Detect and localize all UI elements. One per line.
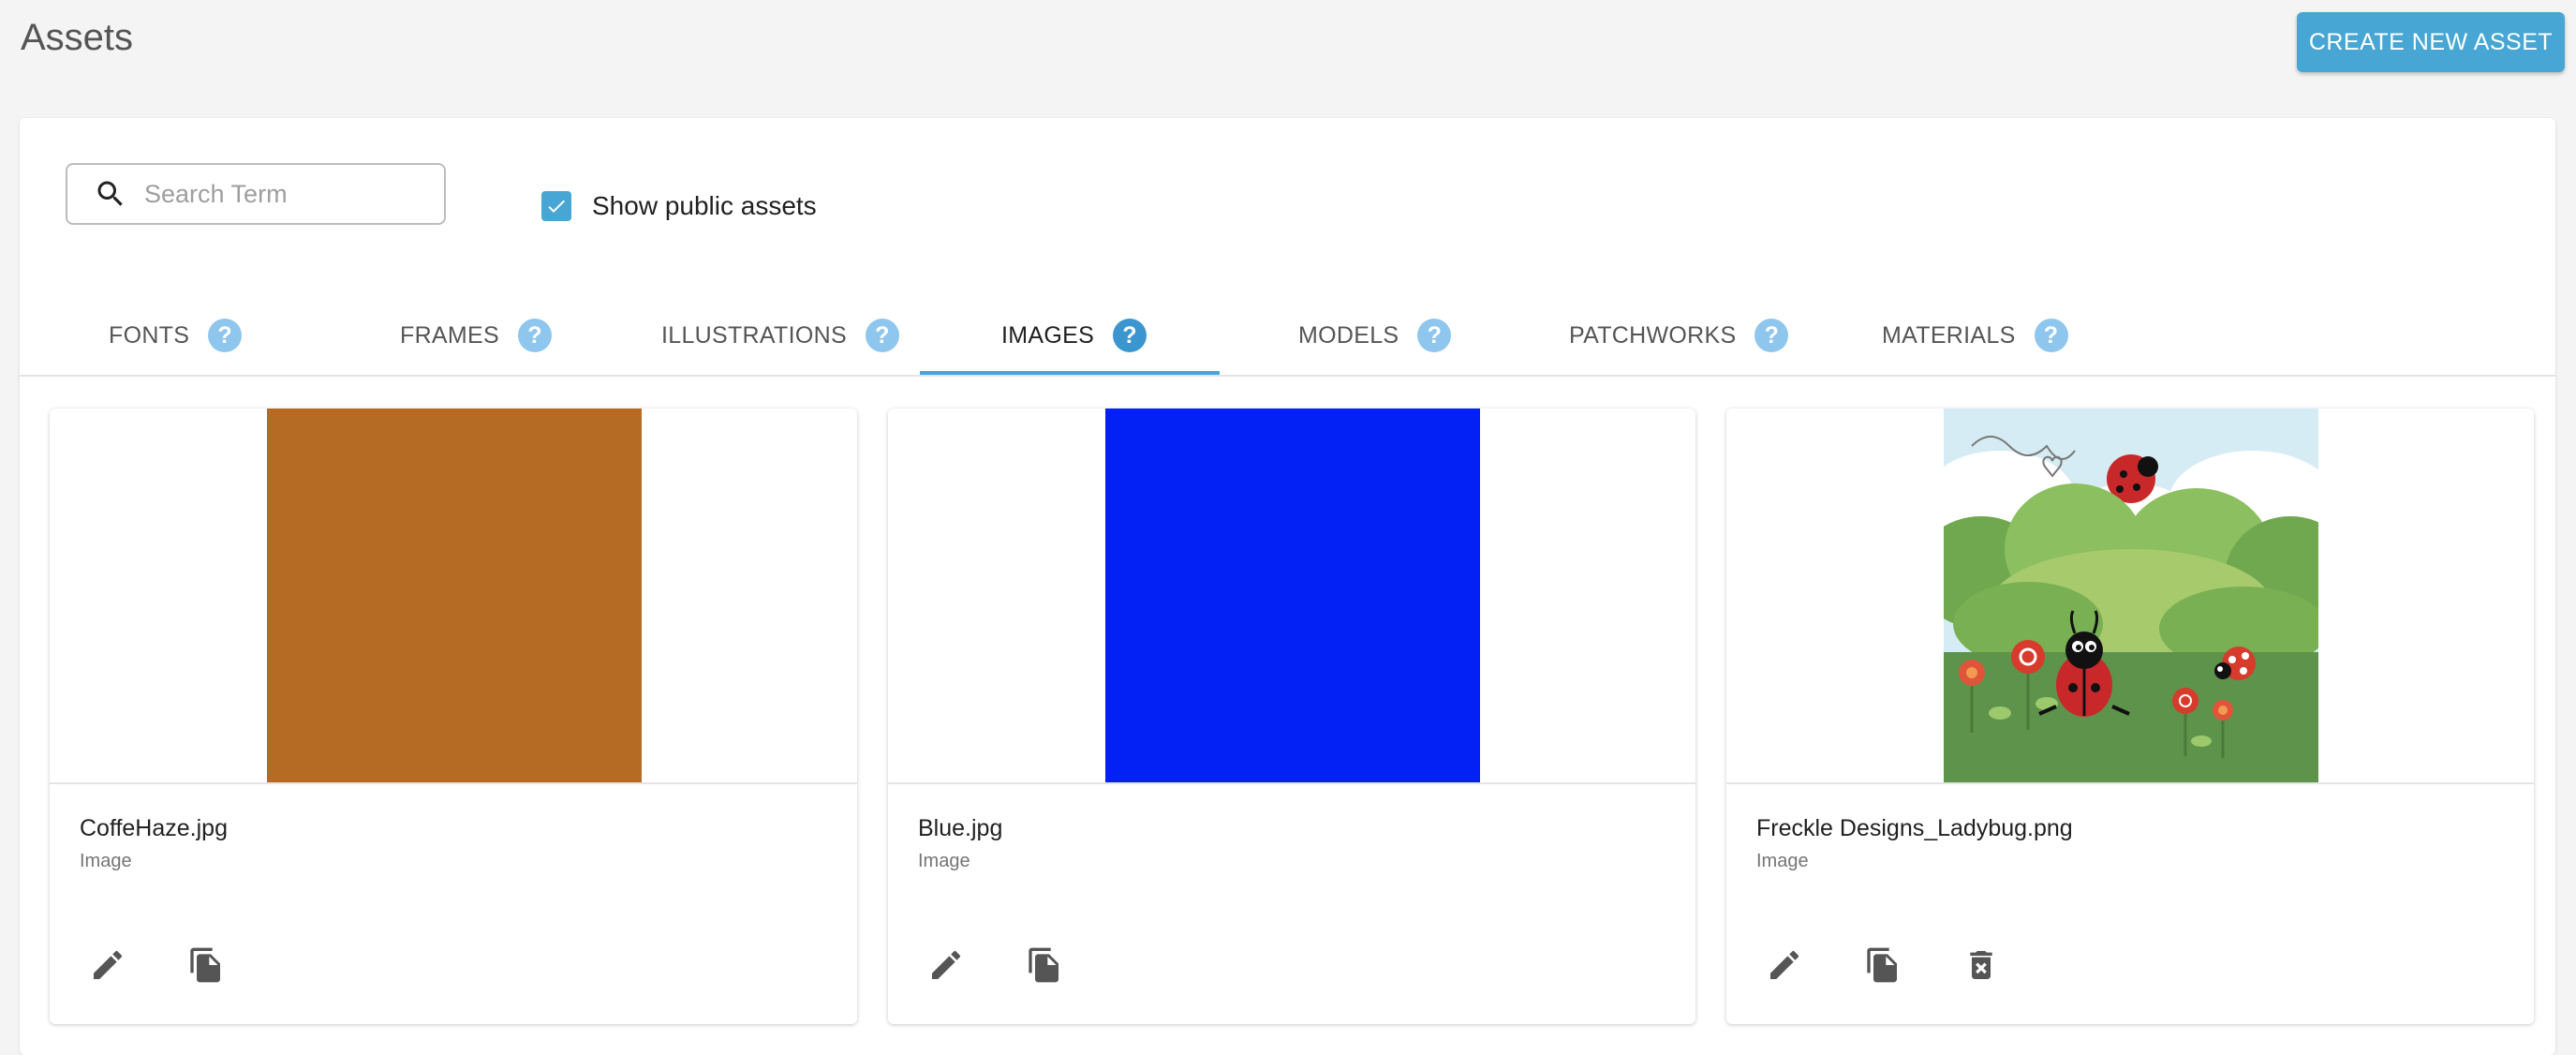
delete-icon bbox=[1970, 951, 1992, 979]
checkmark-icon bbox=[548, 200, 565, 213]
edit-button[interactable] bbox=[1762, 943, 1807, 988]
asset-thumbnail-area[interactable] bbox=[888, 409, 1695, 784]
edit-icon bbox=[1770, 950, 1799, 979]
help-icon[interactable]: ? bbox=[865, 319, 899, 352]
tab-label: FRAMES bbox=[400, 321, 499, 349]
search-icon bbox=[97, 181, 123, 206]
show-public-assets-checkbox[interactable] bbox=[541, 191, 571, 221]
copy-button[interactable] bbox=[184, 943, 229, 988]
asset-thumbnail bbox=[267, 409, 642, 782]
help-icon[interactable]: ? bbox=[1754, 319, 1789, 352]
asset-type: Image bbox=[80, 851, 132, 871]
help-icon[interactable]: ? bbox=[1417, 319, 1452, 352]
asset-name: Blue.jpg bbox=[918, 815, 1003, 841]
tab-frames[interactable]: FRAMES ? bbox=[400, 294, 552, 377]
tab-label: ILLUSTRATIONS bbox=[661, 321, 847, 349]
tab-label: IMAGES bbox=[1001, 321, 1095, 349]
tab-illustrations[interactable]: ILLUSTRATIONS ? bbox=[661, 294, 899, 377]
tab-label: FONTS bbox=[109, 321, 190, 349]
asset-name: CoffeHaze.jpg bbox=[80, 815, 228, 841]
edit-button[interactable] bbox=[85, 943, 130, 988]
asset-card[interactable]: Blue.jpg Image bbox=[888, 409, 1695, 1024]
asset-thumbnail-area[interactable] bbox=[50, 409, 857, 784]
create-new-asset-button[interactable]: CREATE NEW ASSET bbox=[2297, 12, 2565, 72]
tab-patchworks[interactable]: PATCHWORKS ? bbox=[1569, 294, 1789, 377]
tab-label: MODELS bbox=[1298, 321, 1399, 349]
asset-thumbnail bbox=[1105, 409, 1480, 782]
asset-type: Image bbox=[918, 851, 970, 871]
page-title: Assets bbox=[21, 17, 134, 58]
card-actions bbox=[1762, 943, 2057, 988]
tab-models[interactable]: MODELS ? bbox=[1298, 294, 1452, 377]
show-public-assets-toggle[interactable]: Show public assets bbox=[541, 191, 817, 221]
help-icon[interactable]: ? bbox=[1113, 319, 1147, 352]
copy-button[interactable] bbox=[1022, 943, 1067, 988]
ladybug-garden-illustration bbox=[1944, 409, 2318, 782]
copy-icon bbox=[1867, 947, 1897, 983]
asset-card[interactable]: CoffeHaze.jpg Image bbox=[50, 409, 857, 1024]
help-icon[interactable]: ? bbox=[517, 319, 552, 352]
card-actions bbox=[85, 943, 282, 988]
copy-icon bbox=[1029, 947, 1059, 983]
asset-name: Freckle Designs_Ladybug.png bbox=[1756, 815, 2073, 841]
edit-icon bbox=[94, 950, 123, 979]
copy-icon bbox=[190, 947, 220, 983]
copy-button[interactable] bbox=[1860, 943, 1905, 988]
card-actions bbox=[924, 943, 1120, 988]
asset-card[interactable]: Freckle Designs_Ladybug.png Image bbox=[1726, 409, 2534, 1024]
tab-materials[interactable]: MATERIALS ? bbox=[1882, 294, 2068, 377]
tab-label: MATERIALS bbox=[1882, 321, 2016, 349]
asset-thumbnail-area[interactable] bbox=[1726, 409, 2534, 784]
active-tab-indicator bbox=[920, 371, 1220, 375]
tab-fonts[interactable]: FONTS ? bbox=[109, 294, 243, 377]
asset-type: Image bbox=[1756, 851, 1809, 871]
assets-panel: Show public assets FONTS ? FRAMES ? ILLU… bbox=[20, 118, 2555, 1055]
show-public-assets-label: Show public assets bbox=[592, 191, 817, 220]
delete-button[interactable] bbox=[1959, 943, 2004, 988]
tab-label: PATCHWORKS bbox=[1569, 321, 1737, 349]
search-box[interactable] bbox=[66, 163, 446, 225]
help-icon[interactable]: ? bbox=[208, 319, 243, 352]
help-icon[interactable]: ? bbox=[2034, 319, 2068, 352]
asset-type-tabs: FONTS ? FRAMES ? ILLUSTRATIONS ? IMAGES … bbox=[20, 294, 2555, 377]
search-input[interactable] bbox=[144, 179, 425, 209]
edit-button[interactable] bbox=[924, 943, 969, 988]
tab-images[interactable]: IMAGES ? bbox=[1001, 294, 1147, 377]
edit-icon bbox=[932, 950, 961, 979]
